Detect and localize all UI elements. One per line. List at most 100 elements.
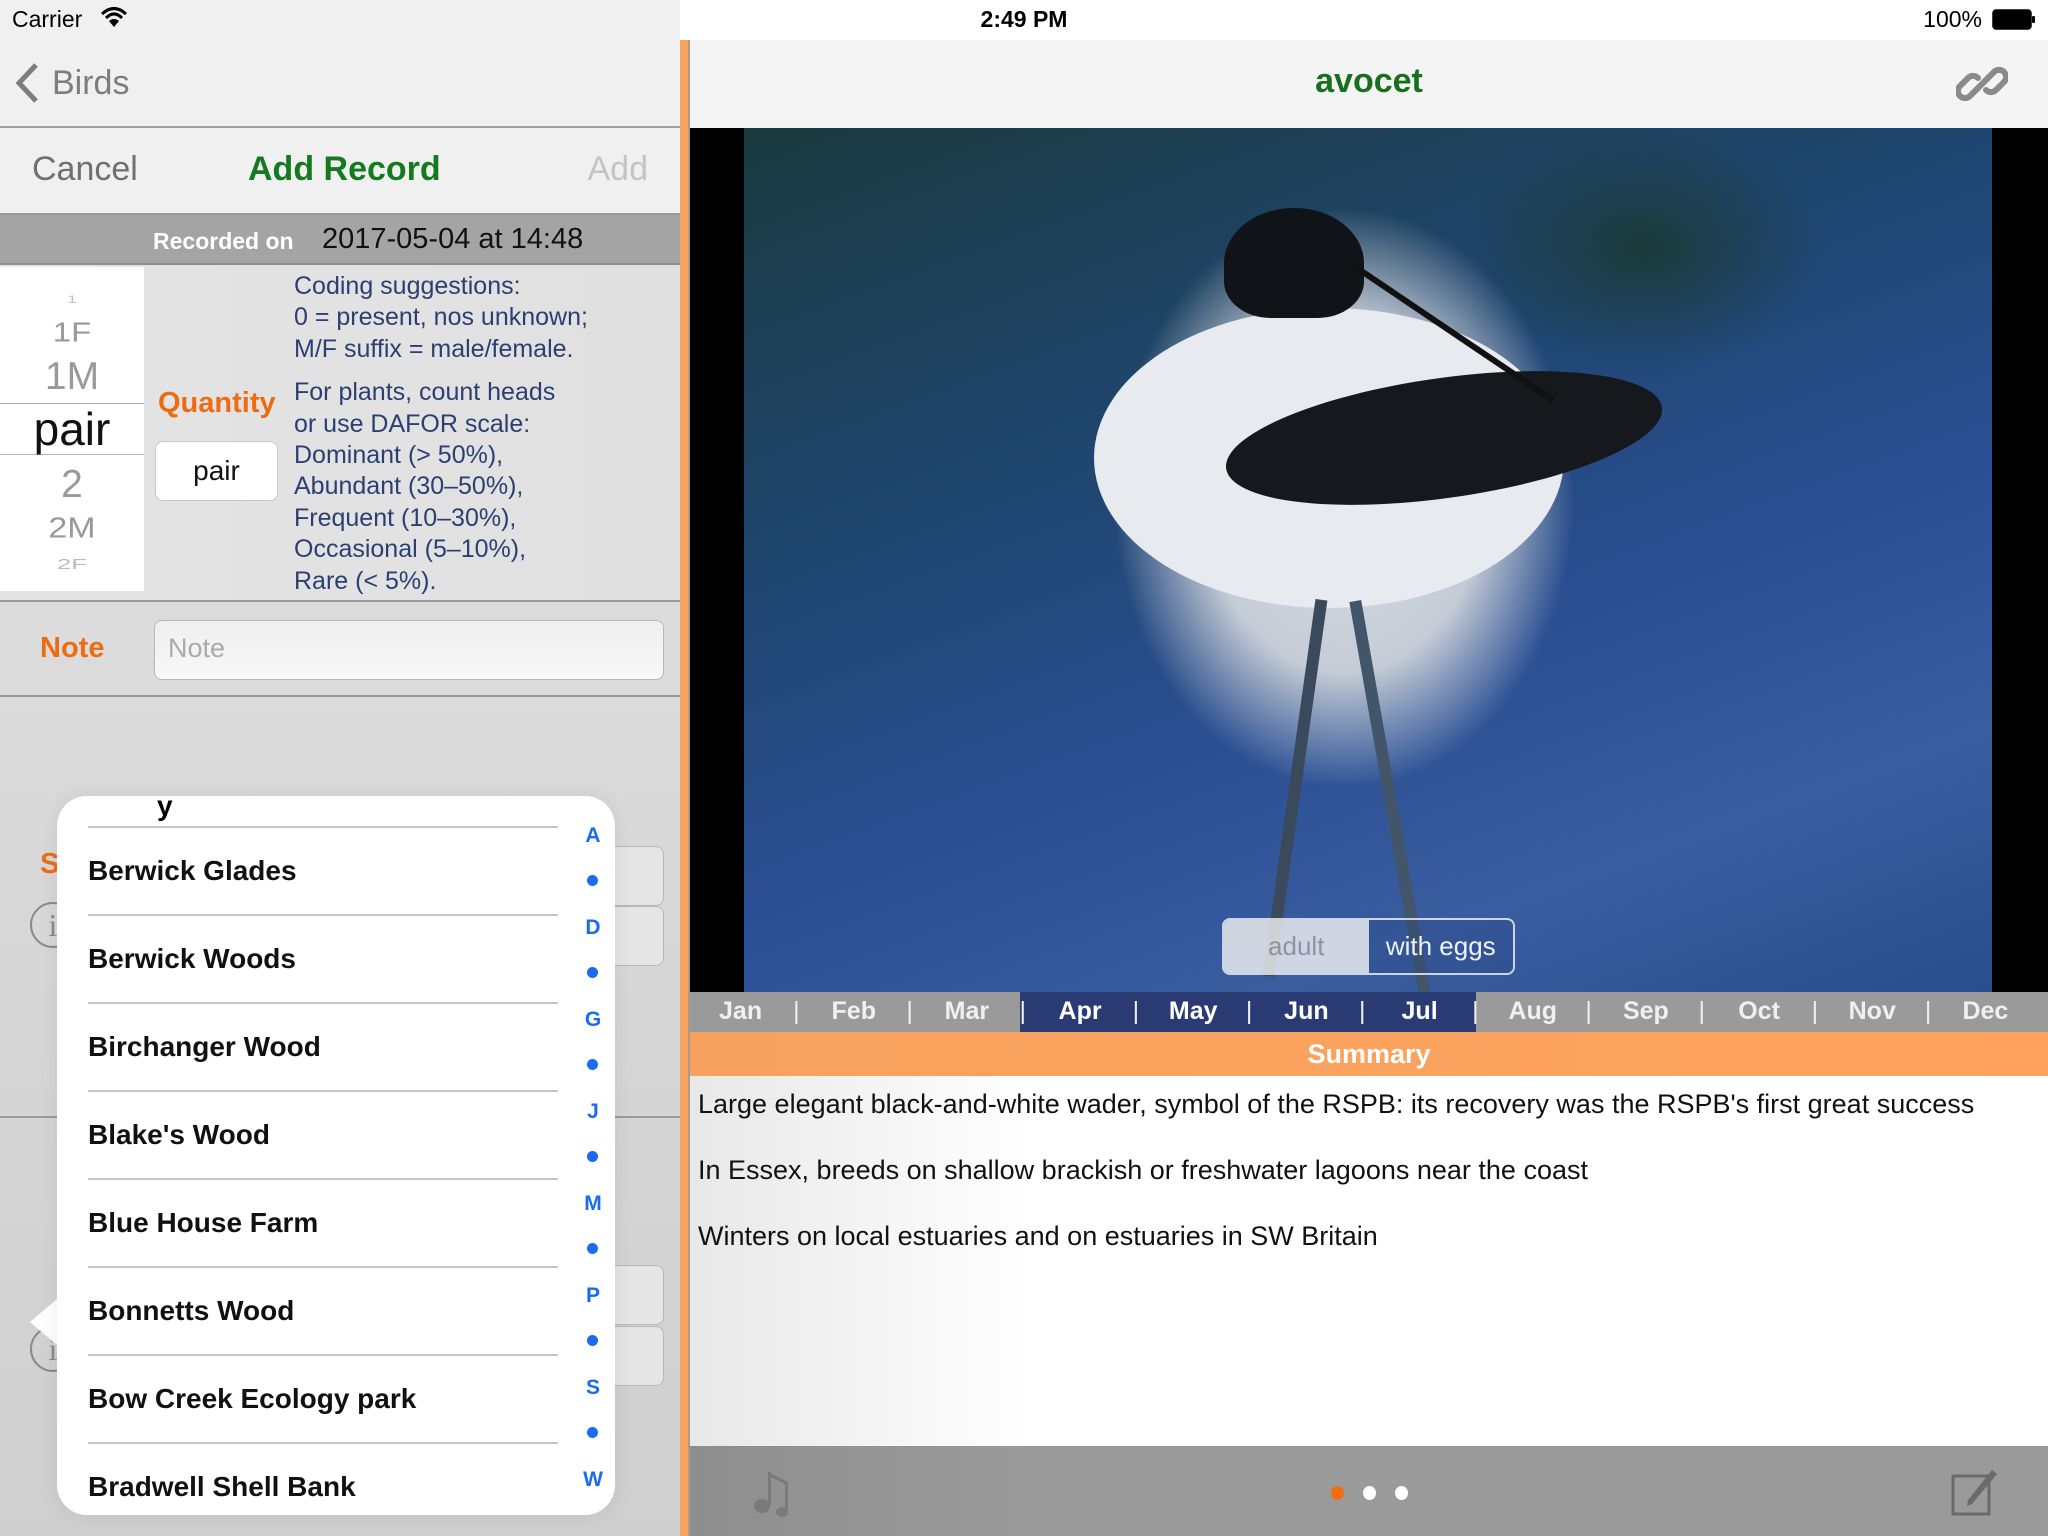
quantity-section: 1 1F 1M pair 2 2M 2F Quantity pair Codin… [0, 265, 680, 602]
site-name[interactable]: Blake's Wood [88, 1119, 270, 1151]
site-name[interactable]: Bow Creek Ecology park [88, 1383, 416, 1415]
month-label: Jul [1401, 997, 1438, 1025]
month-label: Mar [944, 997, 990, 1025]
cancel-button[interactable]: Cancel [32, 150, 138, 189]
detail-navigation-bar: avocet [690, 40, 2048, 128]
back-button-label: Birds [52, 63, 130, 102]
left-navigation-bar: Birds [0, 40, 680, 128]
note-input[interactable]: Note [154, 620, 664, 680]
page-dot[interactable] [1362, 1486, 1376, 1500]
list-item[interactable]: Bow Creek Ecology park [88, 1354, 558, 1442]
month-label: Apr [1058, 997, 1102, 1025]
list-item[interactable]: Bonnetts Wood [88, 1266, 558, 1354]
index-letter[interactable]: W [573, 1468, 613, 1492]
split-view-divider[interactable] [680, 40, 690, 1536]
summary-paragraph: Winters on local estuaries and on estuar… [698, 1221, 1378, 1251]
compose-icon[interactable] [1950, 1466, 2000, 1518]
site-name[interactable]: Birchanger Wood [88, 1031, 321, 1063]
page-dot[interactable] [1394, 1486, 1408, 1500]
back-button[interactable]: Birds [14, 58, 129, 108]
picker-selected-option[interactable]: pair [0, 403, 144, 455]
month-strip: Jan | Feb | Mar | Apr | May | Jun | Jul | Aug | Sep | Oct |… [690, 992, 2048, 1032]
index-dot[interactable] [587, 1335, 598, 1346]
site-name[interactable]: Berwick Woods [88, 943, 296, 975]
segment-with-eggs[interactable]: with eggs [1368, 920, 1513, 973]
month-label: Oct [1738, 997, 1780, 1025]
site-name[interactable]: Berwick Glades [88, 855, 297, 887]
month-separator: | [1698, 997, 1706, 1025]
month-label: Jan [719, 997, 763, 1025]
picker-option[interactable]: 1F [0, 316, 144, 348]
species-photo[interactable] [744, 128, 1992, 992]
index-dot[interactable] [587, 1243, 598, 1254]
index-letter[interactable]: D [573, 916, 613, 940]
index-letter[interactable]: P [573, 1284, 613, 1308]
index-letter[interactable]: J [573, 1100, 613, 1124]
picker-option[interactable]: 1 [0, 293, 144, 306]
species-photo-area: adult with eggs [690, 128, 2048, 992]
month-separator: | [1019, 997, 1027, 1025]
month-label: Jun [1284, 997, 1329, 1025]
index-dot[interactable] [587, 1151, 598, 1162]
section-index[interactable]: A D G J M P S W [573, 796, 613, 1515]
month-separator: | [1811, 997, 1819, 1025]
page-indicator[interactable] [690, 1486, 2048, 1500]
photo-type-segmented-control[interactable]: adult with eggs [1222, 918, 1515, 975]
list-item[interactable]: Berwick Woods [88, 914, 558, 1002]
list-item[interactable]: Blake's Wood [88, 1090, 558, 1178]
month-separator: | [906, 997, 913, 1025]
chevron-left-icon [15, 63, 38, 103]
picker-option[interactable]: 1M [0, 355, 144, 399]
coding-line: Occasional (5–10%), [294, 535, 527, 564]
month-label: Dec [1962, 997, 2009, 1025]
month-label: May [1168, 997, 1218, 1025]
index-dot[interactable] [587, 967, 598, 978]
coding-line: For plants, count heads [294, 378, 556, 407]
picker-option[interactable]: 2M [0, 512, 144, 545]
month-separator: | [1585, 997, 1592, 1025]
coding-line: Dominant (> 50%), [294, 441, 504, 470]
site-name[interactable]: Blue House Farm [88, 1207, 318, 1239]
page-dot-active[interactable] [1330, 1486, 1344, 1500]
month-label: Sep [1622, 997, 1669, 1025]
recorded-on-bar: Recorded on 2017-05-04 at 14:48 [0, 215, 680, 265]
month-separator: | [1924, 997, 1932, 1025]
segment-adult[interactable]: adult [1224, 920, 1369, 973]
index-dot[interactable] [587, 1059, 598, 1070]
list-item-clipped: y [157, 796, 173, 821]
index-dot[interactable] [587, 1427, 598, 1438]
coding-line: Rare (< 5%). [294, 566, 437, 595]
summary-header: Summary [690, 1032, 2048, 1076]
month-label: Nov [1848, 997, 1896, 1025]
site-name[interactable]: Bradwell Shell Bank [88, 1471, 356, 1503]
link-icon[interactable] [1956, 58, 2008, 110]
coding-line: Abundant (30–50%), [294, 472, 524, 501]
species-detail-pane: avocet adult with eggs Jan | Feb | Mar | Apr | M… [690, 0, 2048, 1536]
index-letter[interactable]: M [573, 1192, 613, 1216]
month-separator: | [1132, 997, 1140, 1025]
coding-line: M/F suffix = male/female. [294, 334, 574, 363]
index-letter[interactable]: G [573, 1008, 613, 1032]
note-row: Note Note [0, 602, 680, 697]
picker-option[interactable]: 2F [0, 556, 144, 573]
recorded-on-value[interactable]: 2017-05-04 at 14:48 [322, 223, 583, 256]
coding-line: Frequent (10–30%), [294, 503, 517, 532]
list-item[interactable]: Birchanger Wood [88, 1002, 558, 1090]
quantity-picker[interactable]: 1 1F 1M pair 2 2M 2F [0, 267, 144, 591]
site-name[interactable]: Bonnetts Wood [88, 1295, 294, 1327]
quantity-field[interactable]: pair [155, 441, 278, 501]
list-item[interactable]: Blue House Farm [88, 1178, 558, 1266]
picker-option[interactable]: 2 [0, 463, 144, 507]
list-item[interactable]: Berwick Glades [88, 826, 558, 914]
popover-arrow [30, 1298, 58, 1346]
index-letter[interactable]: S [573, 1376, 613, 1400]
month-separator: | [1359, 997, 1366, 1025]
index-dot[interactable] [587, 875, 598, 886]
list-item[interactable]: Bradwell Shell Bank [88, 1442, 558, 1515]
index-letter[interactable]: A [573, 824, 613, 848]
form-title: Add Record [248, 150, 441, 188]
quantity-label: Quantity [158, 387, 276, 419]
bottom-toolbar [690, 1446, 2048, 1536]
add-button[interactable]: Add [588, 150, 649, 189]
site-list-popover: y Berwick Glades Berwick Woods Birchange… [57, 796, 615, 1515]
